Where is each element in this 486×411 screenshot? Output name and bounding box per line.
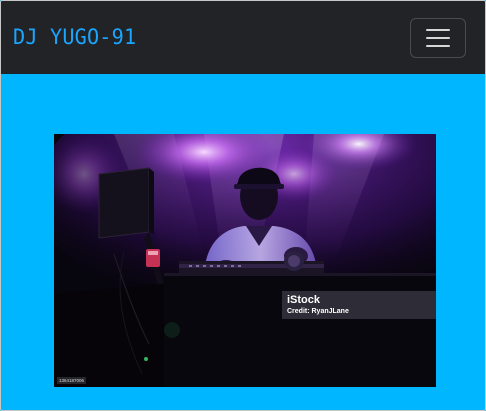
hamburger-menu-icon bbox=[426, 29, 450, 31]
brand-link[interactable]: DJ YUGO-91 bbox=[13, 23, 136, 51]
hero-image: iStock Credit: RyanJLane 1364187006 bbox=[54, 134, 436, 387]
hamburger-menu-icon bbox=[426, 37, 450, 39]
page: DJ YUGO-91 iStock Credit: RyanJLane 1364… bbox=[0, 0, 486, 411]
dj-performing-image bbox=[54, 134, 436, 387]
istock-id-tag: 1364187006 bbox=[57, 377, 87, 384]
navbar-toggler-button[interactable] bbox=[410, 18, 466, 58]
istock-watermark: iStock Credit: RyanJLane bbox=[282, 291, 436, 319]
hamburger-menu-icon bbox=[426, 45, 450, 47]
photo-credit: Credit: RyanJLane bbox=[287, 308, 349, 315]
navbar: DJ YUGO-91 bbox=[1, 1, 485, 74]
istock-logo: iStock bbox=[287, 294, 321, 306]
